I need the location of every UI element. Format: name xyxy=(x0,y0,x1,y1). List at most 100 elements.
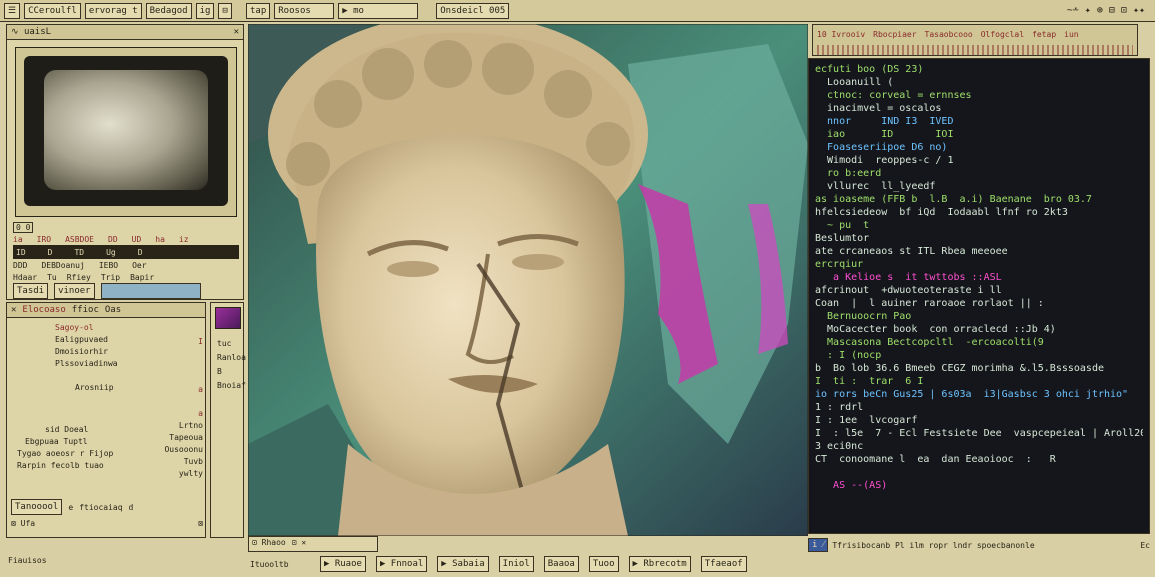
close-icon[interactable]: ✕ xyxy=(11,303,16,317)
right-col-cell xyxy=(147,361,203,373)
mid-tool-0[interactable]: tuc xyxy=(217,339,231,348)
info-icon[interactable]: i ⁄ xyxy=(808,538,829,552)
top-tabs: tap Roosos ▶ mo Onsdeicl 005 xyxy=(246,3,510,19)
mid-tool-3[interactable]: Bnoiaf xyxy=(217,381,246,390)
play-icon: ▶ xyxy=(379,559,391,569)
tab-3[interactable]: Onsdeicl 005 xyxy=(436,3,510,19)
code-line: Foaseseriipoe D6 no) xyxy=(815,142,948,153)
list-item[interactable]: Arosniip xyxy=(75,383,145,395)
code-line: ctnoc: corveal = ernnses xyxy=(815,90,972,101)
info-cell: Trip xyxy=(100,272,121,282)
tab-2[interactable]: ▶ mo xyxy=(338,3,419,19)
info-cell: IRO xyxy=(36,234,52,244)
code-line: 1 : rdrl xyxy=(815,402,864,413)
list-item[interactable]: Dmoisiorhir xyxy=(55,347,145,359)
close-icon[interactable]: ✕ xyxy=(234,25,239,39)
top-bar: ☰ CCeroulfl ervorag t Bedagod ig ⊟ tap R… xyxy=(0,0,1155,22)
list-item[interactable]: Plssoviadinwa xyxy=(55,359,145,371)
list-item[interactable] xyxy=(15,371,145,383)
info-progress xyxy=(100,283,201,299)
header-ruler xyxy=(817,45,1133,55)
code-line: ro b:eerd xyxy=(815,168,882,179)
bottom-toolbar: ▶ Ruaoe ▶ Fnnoal ▶ Sabaia Iniol Baaoa Tu… xyxy=(320,556,1140,572)
code-line: Coan | l auiner raroaoe rorlaot || : xyxy=(815,298,1044,309)
header-item[interactable]: Tasaobcooo xyxy=(925,30,973,39)
header-item[interactable]: iun xyxy=(1064,30,1078,39)
tab-1[interactable]: Roosos xyxy=(274,3,335,19)
info-button[interactable]: Tasdi xyxy=(13,283,49,299)
right-footer: i ⁄ Tfrisibocanb Pl ilm ropr lndr spoecb… xyxy=(808,538,1150,552)
right-col-cell xyxy=(147,373,203,385)
palette-icon[interactable] xyxy=(215,307,241,329)
header-item[interactable]: fetap xyxy=(1032,30,1056,39)
bottom-tool-label: Sabaia xyxy=(452,559,485,569)
preview-window: ∿ uaisL ✕ 0 0 ia IRO ASBDOE DD UD ha iz … xyxy=(6,24,244,300)
list-item[interactable]: Ealigpuvaed xyxy=(55,335,145,347)
bottom-tool[interactable]: ▶ Fnnoal xyxy=(375,556,428,572)
play-icon: ▶ xyxy=(441,559,453,569)
info-cell: Bapir xyxy=(130,272,155,282)
list-item[interactable]: Tygao aoeosr r Fijop xyxy=(17,449,145,461)
status-text: Fiauisos xyxy=(8,556,47,565)
code-line: : I (nocp xyxy=(815,350,882,361)
info-button[interactable]: vinoer xyxy=(54,283,95,299)
statue-illustration xyxy=(248,24,808,536)
code-lines: ecfuti boo (DS 23) Looanuill ( ctnoc: co… xyxy=(815,63,1143,531)
top-btn-2[interactable]: Bedagod xyxy=(145,3,192,19)
header-item[interactable]: Olfogclal xyxy=(981,30,1024,39)
info-cell: 0 0 xyxy=(13,221,34,233)
list-footer: ⊠ Ufa ⊠ xyxy=(11,519,203,528)
bottom-tool[interactable]: ▶ Sabaia xyxy=(437,556,489,572)
list-window: ✕ Elocoaso ffioc Oas Sagoy-ol Ealigpuvae… xyxy=(6,302,206,538)
window-controls[interactable]: ~∸ ✦ ⊕ ⊟ ⊡ ✦✦ xyxy=(1067,5,1145,16)
code-line: Bernuoocrn Pao xyxy=(815,311,912,322)
code-line: Wimodi reoppes-c / 1 xyxy=(815,155,954,166)
mid-tool-1[interactable]: Ranloa xyxy=(217,353,246,362)
list-tool-2[interactable]: ffioc xyxy=(72,303,99,317)
bottom-btn[interactable]: ⊡ ✕ xyxy=(292,538,306,547)
list-item[interactable]: Rarpin fecolb tuao xyxy=(17,461,145,473)
info-cell: Oer xyxy=(132,260,147,270)
list-item[interactable]: Ebgpuaa Tuptl xyxy=(25,437,145,449)
code-line: ercrqiur xyxy=(815,259,864,270)
menu-icon[interactable]: ☰ xyxy=(4,3,21,19)
bottom-tool-label: Rbrecotm xyxy=(643,559,687,569)
info-cell: ha xyxy=(155,234,165,244)
top-btn-1[interactable]: ervorag t xyxy=(84,3,142,19)
list-tool-1[interactable]: Elocoaso xyxy=(22,303,65,317)
right-col-cell: Lrtno xyxy=(178,421,203,430)
list-body: Sagoy-ol Ealigpuvaed Dmoisiorhir Plssovi… xyxy=(15,323,145,473)
info-cell: D xyxy=(47,247,53,257)
play-icon: ▶ xyxy=(342,6,354,16)
bottom-tool[interactable]: Tuoo xyxy=(588,556,619,572)
list-bottom-btn[interactable]: Tanooool xyxy=(11,499,63,515)
code-line: 3 eci0nc xyxy=(815,441,864,452)
tab-0[interactable]: tap xyxy=(246,3,271,19)
bottom-tool[interactable]: Baaoa xyxy=(543,556,579,572)
code-line: Mascasona Bectcopcltl -ercoacolti(9 xyxy=(815,337,1044,348)
top-btn-0[interactable]: CCeroulfl xyxy=(24,3,81,19)
header-item[interactable]: 10 Ivrooiv xyxy=(817,30,865,39)
list-item[interactable]: sid Doeal xyxy=(45,425,145,437)
top-btn-4[interactable]: ⊟ xyxy=(218,3,232,19)
list-item[interactable] xyxy=(15,395,145,425)
top-btn-3[interactable]: ig xyxy=(195,3,215,19)
code-line: afcrinout +dwuoteoteraste i ll xyxy=(815,285,1002,296)
list-footer-left[interactable]: ⊠ Ufa xyxy=(11,519,35,528)
code-line: CT conoomane l ea dan Eeaoiooc : R xyxy=(815,454,1056,465)
info-cell: Ug xyxy=(106,247,116,257)
right-col-cell: ywlty xyxy=(178,469,203,478)
header-item[interactable]: Rbocpiaer xyxy=(873,30,916,39)
bottom-tool[interactable]: Iniol xyxy=(498,556,534,572)
list-footer-right[interactable]: ⊠ xyxy=(198,519,203,528)
bottom-tool[interactable]: ▶ Rbrecotm xyxy=(628,556,691,572)
list-tool-3[interactable]: Oas xyxy=(105,303,121,317)
mid-tool-2[interactable]: B xyxy=(217,367,222,376)
code-line: Beslumtor xyxy=(815,233,870,244)
bottom-tool[interactable]: ▶ Ruaoe xyxy=(320,556,366,572)
right-col-cell: Tuvb xyxy=(183,457,203,466)
code-terminal[interactable]: ecfuti boo (DS 23) Looanuill ( ctnoc: co… xyxy=(808,58,1150,534)
bottom-btn[interactable]: ⊡ Rhaoo xyxy=(252,538,286,547)
code-line: as ioaseme (FFB b l.B a.i) Baenane bro 0… xyxy=(815,194,1092,205)
bottom-tool[interactable]: Tfaeaof xyxy=(700,556,747,572)
